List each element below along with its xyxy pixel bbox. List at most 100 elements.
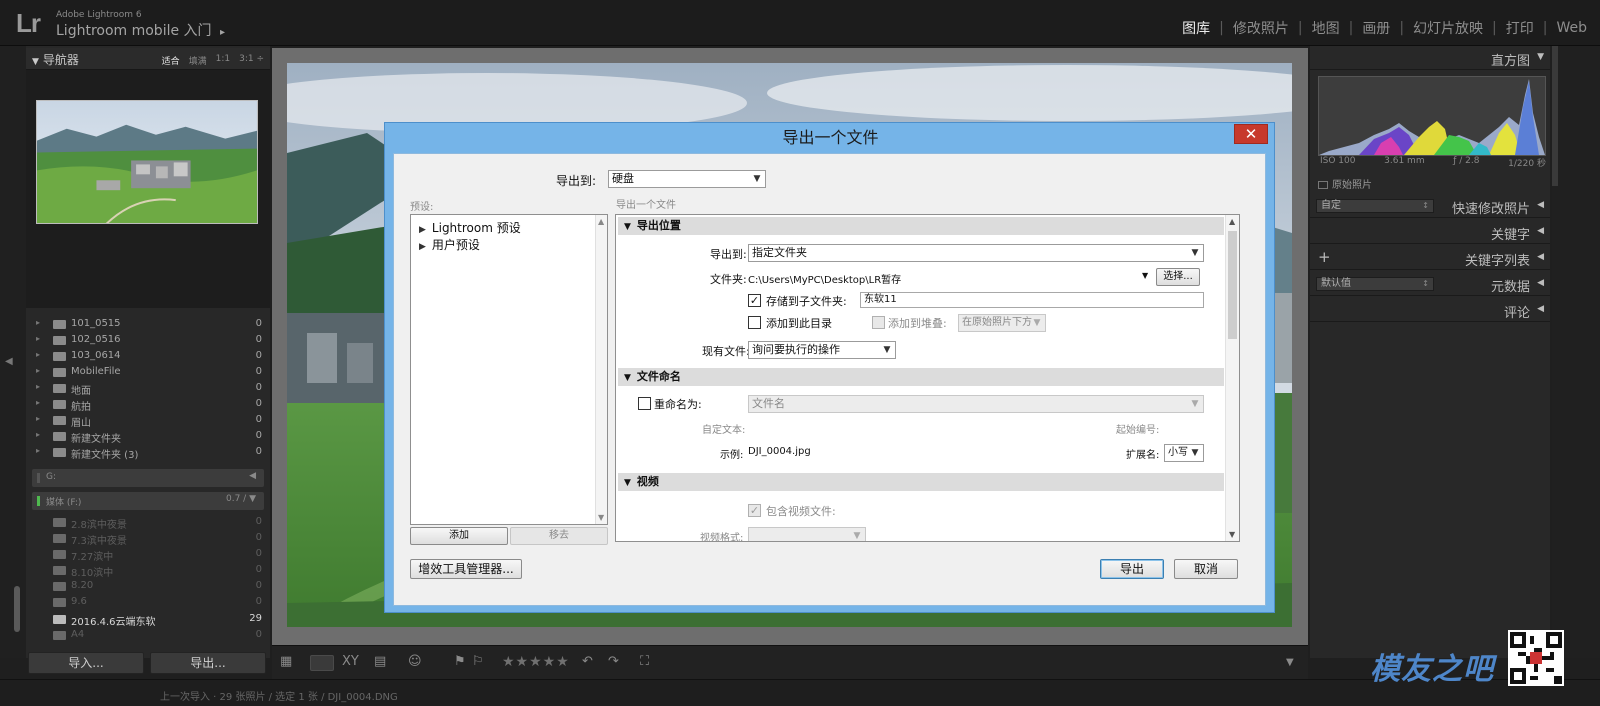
loupe-view-icon[interactable]: [310, 655, 334, 671]
choose-folder-button[interactable]: 选择...: [1156, 268, 1200, 286]
expand-icon[interactable]: ▸: [36, 398, 40, 407]
keywording-header[interactable]: 关键字 ◀: [1310, 220, 1550, 244]
module-book[interactable]: 画册: [1353, 18, 1399, 38]
folder-row[interactable]: 8.20 0: [26, 578, 270, 594]
flag-reject-icon[interactable]: ⚐: [472, 654, 484, 672]
folder-row[interactable]: 2016.4.6云端东软 29: [26, 611, 270, 628]
toolbar-menu-icon[interactable]: ▼: [1286, 657, 1294, 675]
zoom-3-1[interactable]: 3:1 ÷: [239, 54, 264, 67]
subfolder-input[interactable]: 东软11: [860, 292, 1204, 308]
folder-row[interactable]: ▸ MobileFile 0: [26, 364, 270, 380]
section-file-naming[interactable]: ▼ 文件命名: [618, 368, 1224, 386]
rename-template-select[interactable]: 文件名 ▼: [748, 395, 1204, 413]
navigator-thumbnail[interactable]: [36, 100, 258, 224]
histogram-header[interactable]: 直方图 ▼: [1310, 46, 1550, 70]
rotate-left-icon[interactable]: ↶: [582, 654, 593, 672]
right-scrollbar[interactable]: [1552, 46, 1558, 186]
folder-row[interactable]: ▸ 新建文件夹 (3) 0: [26, 444, 270, 461]
quick-develop-header[interactable]: 自定 快速修改照片 ◀: [1310, 194, 1550, 218]
folder-row[interactable]: 9.6 0: [26, 594, 270, 610]
expand-icon[interactable]: ▸: [36, 318, 40, 327]
comments-header[interactable]: 评论 ◀: [1310, 298, 1550, 322]
expand-icon[interactable]: ▸: [36, 430, 40, 439]
add-to-catalog-checkbox[interactable]: [748, 316, 761, 329]
subfolder-checkbox[interactable]: ✓: [748, 294, 761, 307]
scroll-up-icon[interactable]: ▲: [598, 217, 604, 226]
settings-scrollbar[interactable]: ▲ ▼: [1225, 215, 1239, 541]
preset-folder-user[interactable]: ▶ 用户预设: [419, 236, 480, 253]
section-export-location[interactable]: ▼ 导出位置: [618, 217, 1224, 235]
compare-view-icon[interactable]: XY: [342, 654, 359, 672]
folder-row[interactable]: ▸ 101_0515 0: [26, 316, 270, 332]
include-video-checkbox[interactable]: ✓: [748, 504, 761, 517]
folder-row[interactable]: ▸ 眉山 0: [26, 412, 270, 429]
right-panel-edge[interactable]: [1552, 46, 1600, 658]
scroll-up-icon[interactable]: ▲: [1229, 217, 1235, 226]
zoom-fill[interactable]: 填满: [189, 54, 207, 67]
remove-preset-button[interactable]: 移去: [510, 527, 608, 545]
source-path[interactable]: 上一次导入 · 29 张照片 / 选定 1 张 / DJI_0004.DNG: [160, 688, 398, 703]
plugin-manager-button[interactable]: 增效工具管理器...: [410, 559, 522, 579]
module-map[interactable]: 地图: [1303, 18, 1349, 38]
close-button[interactable]: ✕: [1234, 124, 1268, 144]
preset-folder-lightroom[interactable]: ▶ Lightroom 预设: [419, 219, 521, 236]
video-format-select[interactable]: ▼: [748, 527, 866, 541]
expand-icon[interactable]: ▸: [36, 414, 40, 423]
zoom-1-1[interactable]: 1:1: [216, 54, 230, 67]
survey-view-icon[interactable]: ▤: [374, 654, 386, 672]
folder-row[interactable]: ▸ 102_0516 0: [26, 332, 270, 348]
add-keyword-icon[interactable]: +: [1318, 248, 1331, 266]
module-print[interactable]: 打印: [1497, 18, 1543, 38]
folder-row[interactable]: ▸ 新建文件夹 0: [26, 428, 270, 445]
expand-icon[interactable]: ▶: [419, 225, 426, 235]
folder-row[interactable]: 8.10滨中 0: [26, 562, 270, 579]
original-photo-toggle[interactable]: 原始照片: [1318, 176, 1372, 191]
export-confirm-button[interactable]: 导出: [1100, 559, 1164, 579]
add-preset-button[interactable]: 添加: [410, 527, 508, 545]
expand-icon[interactable]: ▸: [36, 350, 40, 359]
section-video[interactable]: ▼ 视频: [618, 473, 1224, 491]
drive-f[interactable]: 媒体 (F:) 0.7 / ▼: [32, 492, 264, 510]
metadata-preset-select[interactable]: 默认值: [1316, 277, 1434, 291]
left-panel-edge[interactable]: ◀: [0, 46, 26, 658]
scroll-down-icon[interactable]: ▼: [1229, 530, 1235, 539]
location-export-to-select[interactable]: 指定文件夹 ▼: [748, 244, 1204, 262]
module-develop[interactable]: 修改照片: [1224, 18, 1298, 38]
grid-view-icon[interactable]: ▦: [280, 654, 292, 672]
rename-checkbox[interactable]: [638, 397, 651, 410]
quick-develop-preset-select[interactable]: 自定: [1316, 199, 1434, 213]
folder-row[interactable]: 2.8滨中夜景 0: [26, 514, 270, 531]
folder-row[interactable]: A4 0: [26, 627, 270, 643]
folder-row[interactable]: ▸ 航拍 0: [26, 396, 270, 413]
expand-icon[interactable]: ▸: [36, 382, 40, 391]
scroll-down-icon[interactable]: ▼: [598, 513, 604, 522]
folder-row[interactable]: ▸ 103_0614 0: [26, 348, 270, 364]
expand-icon[interactable]: ▸: [36, 334, 40, 343]
import-button[interactable]: 导入...: [28, 652, 144, 674]
expand-icon[interactable]: ▶: [419, 242, 426, 252]
collapse-left-icon[interactable]: ◀: [5, 356, 13, 367]
add-to-stack-checkbox[interactable]: [872, 316, 885, 329]
flag-pick-icon[interactable]: ⚑: [454, 654, 466, 672]
star-rating[interactable]: ★★★★★: [502, 654, 570, 670]
module-library[interactable]: 图库: [1173, 18, 1219, 38]
people-view-icon[interactable]: ☺: [408, 654, 422, 672]
expand-icon[interactable]: ▸: [36, 366, 40, 375]
existing-files-select[interactable]: 询问要执行的操作 ▼: [748, 341, 896, 359]
crop-icon[interactable]: ⛶: [640, 654, 649, 672]
export-to-select[interactable]: 硬盘 ▼: [608, 170, 766, 188]
rotate-right-icon[interactable]: ↷: [608, 654, 619, 672]
scrollbar-thumb[interactable]: [1228, 231, 1237, 339]
folder-row[interactable]: 7.27滨中 0: [26, 546, 270, 563]
cancel-button[interactable]: 取消: [1174, 559, 1238, 579]
keyword-list-header[interactable]: + 关键字列表 ◀: [1310, 246, 1550, 270]
extension-select[interactable]: 小写 ▼: [1164, 444, 1204, 462]
expand-icon[interactable]: ▸: [36, 446, 40, 455]
mobile-menu[interactable]: Lightroom mobile 入门 ▸: [56, 20, 225, 40]
folder-row[interactable]: 7.3滨中夜景 0: [26, 530, 270, 547]
metadata-header[interactable]: 默认值 元数据 ◀: [1310, 272, 1550, 296]
preset-scrollbar[interactable]: ▲ ▼: [595, 215, 607, 524]
folder-row[interactable]: ▸ 地面 0: [26, 380, 270, 397]
original-photo-checkbox[interactable]: [1318, 181, 1328, 189]
left-scrollbar[interactable]: [14, 586, 20, 632]
